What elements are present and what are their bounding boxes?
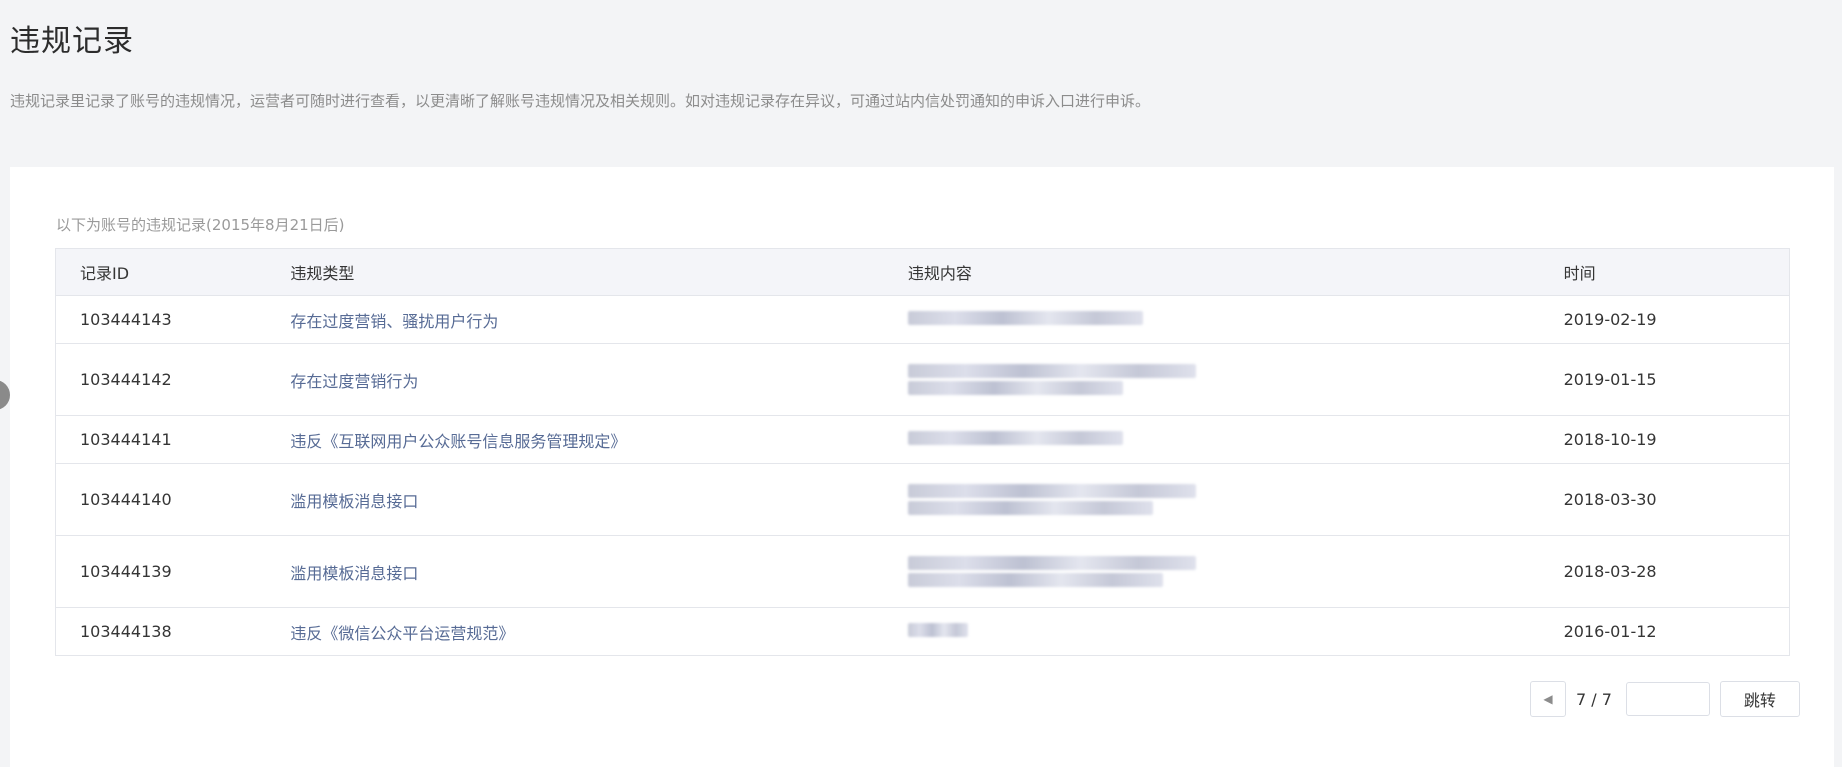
caret-left-icon: ◀ bbox=[1543, 692, 1553, 706]
blurred-content bbox=[907, 381, 1123, 395]
record-id-cell: 103444139 bbox=[55, 535, 267, 608]
column-header-time: 时间 bbox=[1539, 248, 1790, 296]
record-id-cell: 103444140 bbox=[55, 463, 267, 536]
blurred-content bbox=[907, 484, 1196, 498]
violation-content-cell bbox=[883, 295, 1540, 344]
page-number-input[interactable] bbox=[1625, 682, 1710, 716]
records-caption: 以下为账号的违规记录(2015年8月21日后) bbox=[56, 216, 345, 234]
violation-content-cell bbox=[883, 535, 1540, 608]
violation-type-cell: 违反《互联网用户公众账号信息服务管理规定》 bbox=[266, 415, 884, 464]
blurred-content bbox=[907, 311, 1143, 325]
violation-type-link[interactable]: 存在过度营销行为 bbox=[290, 372, 418, 391]
table-row: 103444141 违反《互联网用户公众账号信息服务管理规定》 2018-10-… bbox=[55, 415, 1790, 464]
table-row: 103444140 滥用模板消息接口 2018-03-30 bbox=[55, 463, 1790, 536]
record-time-cell: 2018-03-28 bbox=[1539, 535, 1790, 608]
blurred-content bbox=[907, 556, 1196, 570]
record-id-cell: 103444141 bbox=[55, 415, 267, 464]
table-row: 103444138 违反《微信公众平台运营规范》 2016-01-12 bbox=[55, 607, 1790, 656]
side-drawer-handle[interactable] bbox=[0, 380, 10, 410]
jump-button[interactable]: 跳转 bbox=[1719, 681, 1800, 717]
blurred-content bbox=[907, 623, 968, 637]
violation-content-cell bbox=[883, 415, 1540, 464]
column-header-type: 违规类型 bbox=[266, 248, 884, 296]
table-row: 103444139 滥用模板消息接口 2018-03-28 bbox=[55, 535, 1790, 608]
violation-type-link[interactable]: 违反《微信公众平台运营规范》 bbox=[290, 624, 514, 643]
violation-records-table: 记录ID 违规类型 违规内容 时间 103444143 存在过度营销、骚扰用户行… bbox=[55, 248, 1790, 656]
violation-type-cell: 存在过度营销、骚扰用户行为 bbox=[266, 295, 884, 344]
blurred-content bbox=[907, 431, 1123, 445]
record-time-cell: 2018-03-30 bbox=[1539, 463, 1790, 536]
record-time-cell: 2018-10-19 bbox=[1539, 415, 1790, 464]
violation-type-cell: 滥用模板消息接口 bbox=[266, 535, 884, 608]
violation-type-cell: 违反《微信公众平台运营规范》 bbox=[266, 607, 884, 656]
blurred-content bbox=[907, 573, 1163, 587]
table-row: 103444143 存在过度营销、骚扰用户行为 2019-02-19 bbox=[55, 295, 1790, 344]
page-indicator: 7 / 7 bbox=[1576, 689, 1612, 709]
violation-type-link[interactable]: 滥用模板消息接口 bbox=[290, 564, 418, 583]
record-id-cell: 103444138 bbox=[55, 607, 267, 656]
page-description: 违规记录里记录了账号的违规情况，运营者可随时进行查看，以更清晰了解账号违规情况及… bbox=[10, 92, 1151, 110]
violation-content-cell bbox=[883, 343, 1540, 416]
violation-type-cell: 滥用模板消息接口 bbox=[266, 463, 884, 536]
record-id-cell: 103444142 bbox=[55, 343, 267, 416]
record-time-cell: 2016-01-12 bbox=[1539, 607, 1790, 656]
column-header-id: 记录ID bbox=[55, 248, 267, 296]
column-header-content: 违规内容 bbox=[883, 248, 1540, 296]
violation-type-cell: 存在过度营销行为 bbox=[266, 343, 884, 416]
record-time-cell: 2019-02-19 bbox=[1539, 295, 1790, 344]
table-row: 103444142 存在过度营销行为 2019-01-15 bbox=[55, 343, 1790, 416]
record-time-cell: 2019-01-15 bbox=[1539, 343, 1790, 416]
prev-page-button[interactable]: ◀ bbox=[1530, 681, 1566, 717]
pagination: ◀ 7 / 7 跳转 bbox=[1530, 681, 1800, 717]
blurred-content bbox=[907, 501, 1153, 515]
violation-content-cell bbox=[883, 607, 1540, 656]
blurred-content bbox=[907, 364, 1196, 378]
violation-type-link[interactable]: 违反《互联网用户公众账号信息服务管理规定》 bbox=[290, 432, 626, 451]
page-title: 违规记录 bbox=[10, 24, 134, 59]
violation-type-link[interactable]: 存在过度营销、骚扰用户行为 bbox=[290, 312, 498, 331]
record-id-cell: 103444143 bbox=[55, 295, 267, 344]
table-header-row: 记录ID 违规类型 违规内容 时间 bbox=[55, 248, 1790, 296]
violation-content-cell bbox=[883, 463, 1540, 536]
records-card: 以下为账号的违规记录(2015年8月21日后) 记录ID 违规类型 违规内容 时… bbox=[10, 167, 1834, 767]
violation-type-link[interactable]: 滥用模板消息接口 bbox=[290, 492, 418, 511]
